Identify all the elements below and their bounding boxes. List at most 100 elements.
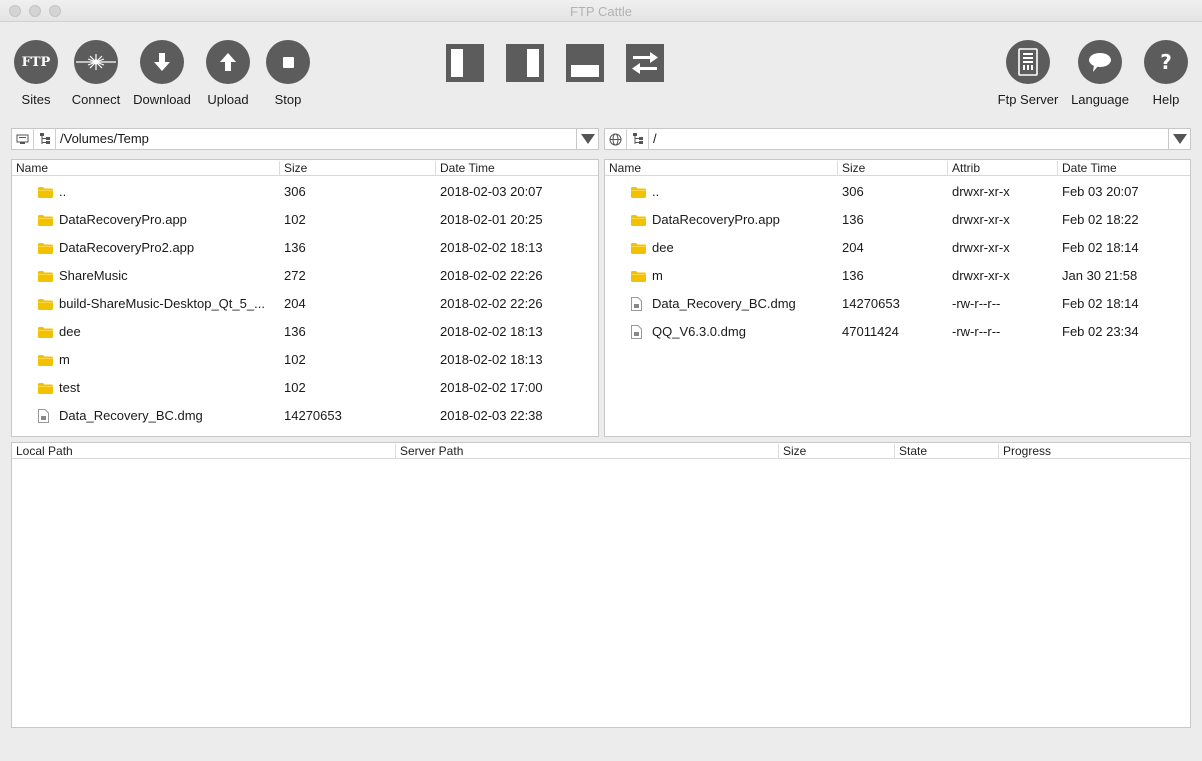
folder-icon <box>38 215 53 226</box>
help-button[interactable]: ? Help <box>1126 40 1202 107</box>
file-list-row[interactable]: DataRecoveryPro.app 136 drwxr-xr-x Feb 02 1… <box>605 206 1190 234</box>
upload-arrow-icon <box>206 40 250 84</box>
file-size: 102 <box>284 380 306 395</box>
remote-path-input[interactable]: / <box>653 131 657 146</box>
file-list-row[interactable]: .. 306 drwxr-xr-x Feb 03 20:07 <box>605 178 1190 206</box>
transfer-queue-header: Local Path Server Path Size State Progre… <box>12 443 1190 459</box>
file-date: Feb 03 20:07 <box>1062 184 1139 199</box>
file-date: 2018-02-02 22:26 <box>440 268 543 283</box>
swap-panels-button[interactable] <box>625 43 665 83</box>
computer-icon[interactable] <box>12 129 34 149</box>
file-name: .. <box>59 184 67 199</box>
file-date: 2018-02-01 20:25 <box>440 212 543 227</box>
file-name: m <box>652 268 663 283</box>
column-header-size[interactable]: Size <box>279 161 307 176</box>
file-attrib: -rw-r--r-- <box>952 296 1001 311</box>
local-path-bar: /Volumes/Temp <box>11 128 599 150</box>
file-list-row[interactable]: DataRecoveryPro.app 102 2018-02-01 20:25 <box>12 206 598 234</box>
file-list-row[interactable]: DataRecoveryPro2.app 136 2018-02-02 18:13 <box>12 234 598 262</box>
file-list-row[interactable]: m 136 drwxr-xr-x Jan 30 21:58 <box>605 262 1190 290</box>
layout-left-panel-button[interactable] <box>445 43 485 83</box>
column-header-date[interactable]: Date Time <box>1057 161 1117 176</box>
file-list-row[interactable]: m 102 2018-02-02 18:13 <box>12 346 598 374</box>
column-header-size[interactable]: Size <box>778 444 806 459</box>
column-header-state[interactable]: State <box>894 444 927 459</box>
file-list-row[interactable]: build-ShareMusic-Desktop_Qt_5_... 204 2018… <box>12 290 598 318</box>
file-name: dee <box>652 240 674 255</box>
file-date: 2018-02-02 18:13 <box>440 352 543 367</box>
file-size: 306 <box>284 184 306 199</box>
column-header-attrib[interactable]: Attrib <box>947 161 980 176</box>
folder-icon <box>631 215 646 226</box>
column-header-name[interactable]: Name <box>605 161 641 176</box>
layout-right-panel-button[interactable] <box>505 43 545 83</box>
folder-icon <box>38 187 53 198</box>
stop-label: Stop <box>274 92 302 107</box>
file-name: Data_Recovery_BC.dmg <box>652 296 796 311</box>
globe-icon[interactable] <box>605 129 627 149</box>
dropdown-triangle-icon <box>1172 134 1187 144</box>
file-size: 102 <box>284 212 306 227</box>
file-list-row[interactable]: Data_Recovery_BC.dmg 14270653 2018-02-03 2… <box>12 402 598 430</box>
file-name: QQ_V6.3.0.dmg <box>652 324 746 339</box>
directory-tree-icon[interactable] <box>627 129 649 149</box>
file-list-row[interactable]: .. 306 2018-02-03 20:07 <box>12 178 598 206</box>
folder-icon <box>38 299 53 310</box>
remote-file-list[interactable]: Name Size Attrib Date Time .. 306 drwxr-xr… <box>604 159 1191 437</box>
file-size: 14270653 <box>842 296 900 311</box>
file-size: 47011424 <box>842 324 899 339</box>
remote-path-dropdown[interactable] <box>1168 129 1190 149</box>
folder-icon <box>631 243 646 254</box>
file-list-row[interactable]: Data_Recovery_BC.dmg 14270653 -rw-r--r-- Fe… <box>605 290 1190 318</box>
file-date: Feb 02 18:14 <box>1062 296 1139 311</box>
folder-icon <box>38 271 53 282</box>
file-list-row[interactable]: dee 136 2018-02-02 18:13 <box>12 318 598 346</box>
file-name: m <box>59 352 70 367</box>
file-date: Feb 02 23:34 <box>1062 324 1139 339</box>
file-list-row[interactable]: ShareMusic 272 2018-02-02 22:26 <box>12 262 598 290</box>
folder-icon <box>38 327 53 338</box>
file-size: 272 <box>284 268 306 283</box>
folder-icon <box>631 271 646 282</box>
column-header-server-path[interactable]: Server Path <box>395 444 463 459</box>
file-list-row[interactable]: dee 204 drwxr-xr-x Feb 02 18:14 <box>605 234 1190 262</box>
file-attrib: drwxr-xr-x <box>952 240 1010 255</box>
local-file-list[interactable]: Name Size Date Time .. 306 2018-02-03 20:0… <box>11 159 599 437</box>
stop-square-icon <box>266 40 310 84</box>
transfer-queue[interactable]: Local Path Server Path Size State Progre… <box>11 442 1191 728</box>
column-header-date[interactable]: Date Time <box>435 161 495 176</box>
column-header-progress[interactable]: Progress <box>998 444 1051 459</box>
column-header-size[interactable]: Size <box>837 161 865 176</box>
file-date: Jan 30 21:58 <box>1062 268 1138 283</box>
stop-button[interactable]: Stop <box>248 40 328 107</box>
file-size: 136 <box>284 324 306 339</box>
file-attrib: drwxr-xr-x <box>952 268 1010 283</box>
file-name: dee <box>59 324 81 339</box>
local-path-dropdown[interactable] <box>576 129 598 149</box>
download-arrow-icon <box>140 40 184 84</box>
file-list-row[interactable]: test 102 2018-02-02 17:00 <box>12 374 598 402</box>
file-name: Data_Recovery_BC.dmg <box>59 408 203 423</box>
column-header-local-path[interactable]: Local Path <box>12 444 73 459</box>
file-size: 136 <box>842 268 864 283</box>
swap-arrows-icon <box>626 44 664 82</box>
window-title: FTP Cattle <box>570 4 632 19</box>
file-date: 2018-02-02 22:26 <box>440 296 543 311</box>
folder-icon <box>38 383 53 394</box>
speech-bubble-icon <box>1078 40 1122 84</box>
file-date: Feb 02 18:22 <box>1062 212 1139 227</box>
file-size: 306 <box>842 184 864 199</box>
local-path-input[interactable]: /Volumes/Temp <box>60 131 149 146</box>
file-date: Feb 02 18:14 <box>1062 240 1139 255</box>
title-bar: FTP Cattle <box>0 0 1202 22</box>
ftp-server-button[interactable]: Ftp Server <box>988 40 1068 107</box>
file-attrib: drwxr-xr-x <box>952 212 1010 227</box>
file-date: 2018-02-02 18:13 <box>440 324 543 339</box>
ftp-sites-icon: FTP <box>14 40 58 84</box>
layout-bottom-panel-button[interactable] <box>565 43 605 83</box>
file-list-row[interactable]: QQ_V6.3.0.dmg 47011424 -rw-r--r-- Feb 02 23… <box>605 318 1190 346</box>
directory-tree-icon[interactable] <box>34 129 56 149</box>
column-header-name[interactable]: Name <box>12 161 48 176</box>
document-icon <box>631 325 642 339</box>
file-name: .. <box>652 184 660 199</box>
